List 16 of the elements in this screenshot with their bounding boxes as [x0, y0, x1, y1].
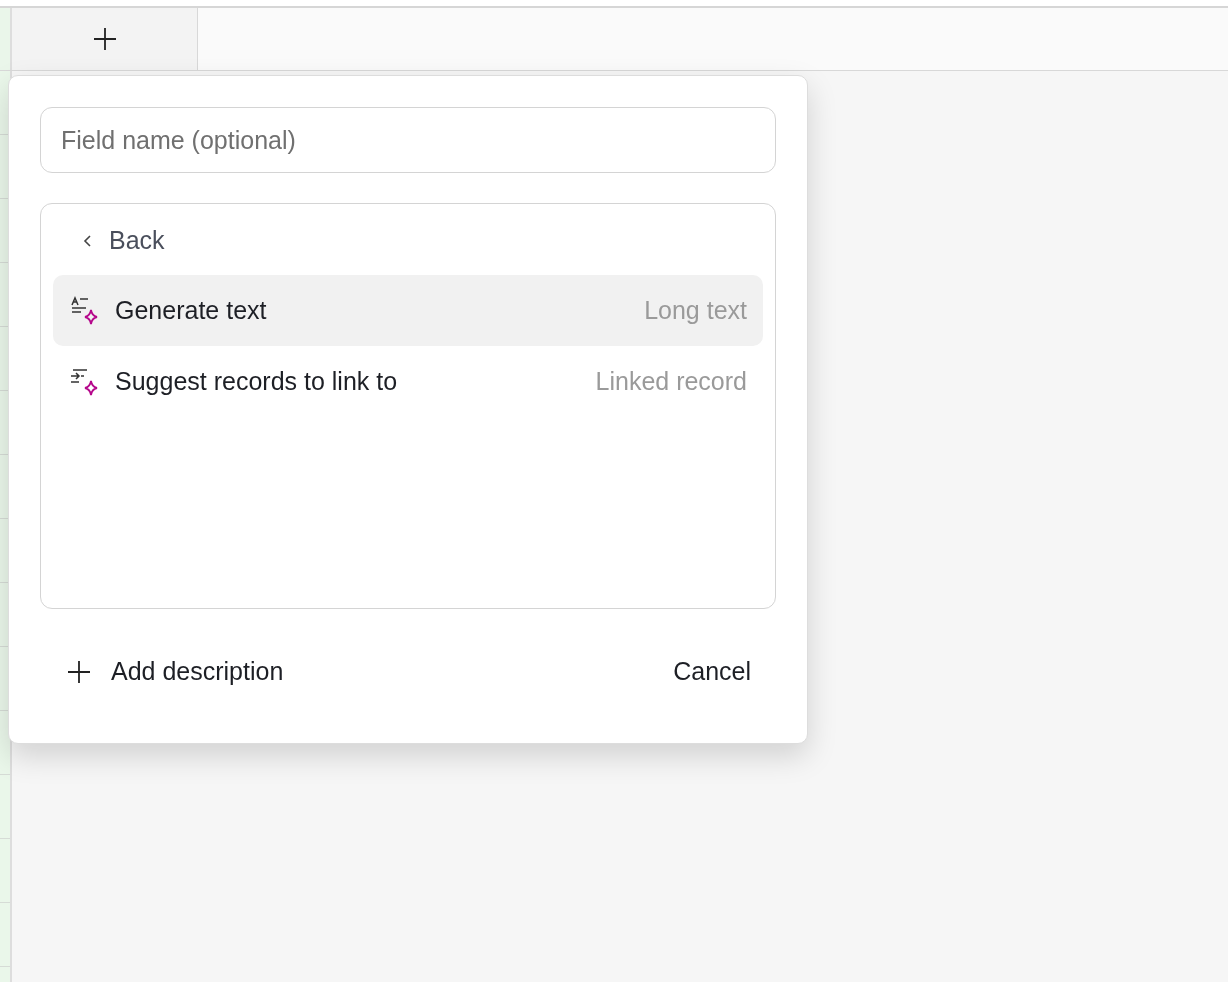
option-type: Long text	[644, 296, 747, 325]
add-field-button[interactable]	[12, 8, 198, 70]
option-label: Generate text	[115, 296, 268, 325]
cancel-button[interactable]: Cancel	[673, 649, 751, 694]
add-description-button[interactable]: Add description	[67, 649, 284, 694]
option-type: Linked record	[595, 367, 747, 396]
plus-icon	[67, 659, 91, 684]
ai-text-icon	[69, 295, 99, 326]
field-name-input[interactable]: Field name (optional)	[40, 107, 776, 173]
plus-icon	[92, 27, 117, 51]
chevron-left-icon	[83, 233, 93, 248]
ai-link-icon	[69, 366, 99, 397]
field-type-option[interactable]: Generate text Long text	[53, 275, 763, 346]
field-type-option[interactable]: Suggest records to link to Linked record	[53, 346, 763, 417]
option-label: Suggest records to link to	[115, 367, 399, 396]
back-button[interactable]: Back	[53, 216, 195, 265]
